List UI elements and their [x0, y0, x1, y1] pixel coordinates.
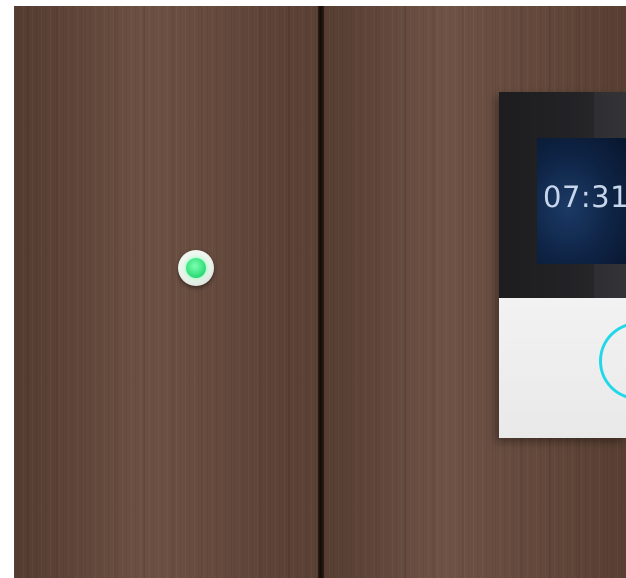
panel-top-bezel: 07:31 — [499, 92, 626, 298]
ring-button[interactable] — [599, 322, 626, 400]
led-light-icon — [186, 258, 206, 278]
status-led-indicator — [178, 250, 214, 286]
panel-bottom-plate — [499, 298, 626, 438]
clock-time: 07:31 — [543, 180, 626, 214]
wall-control-panel: 07:31 — [499, 92, 626, 438]
display-screen[interactable]: 07:31 — [537, 138, 626, 264]
left-wood-panel — [14, 6, 318, 578]
scene: 07:31 — [0, 0, 626, 578]
